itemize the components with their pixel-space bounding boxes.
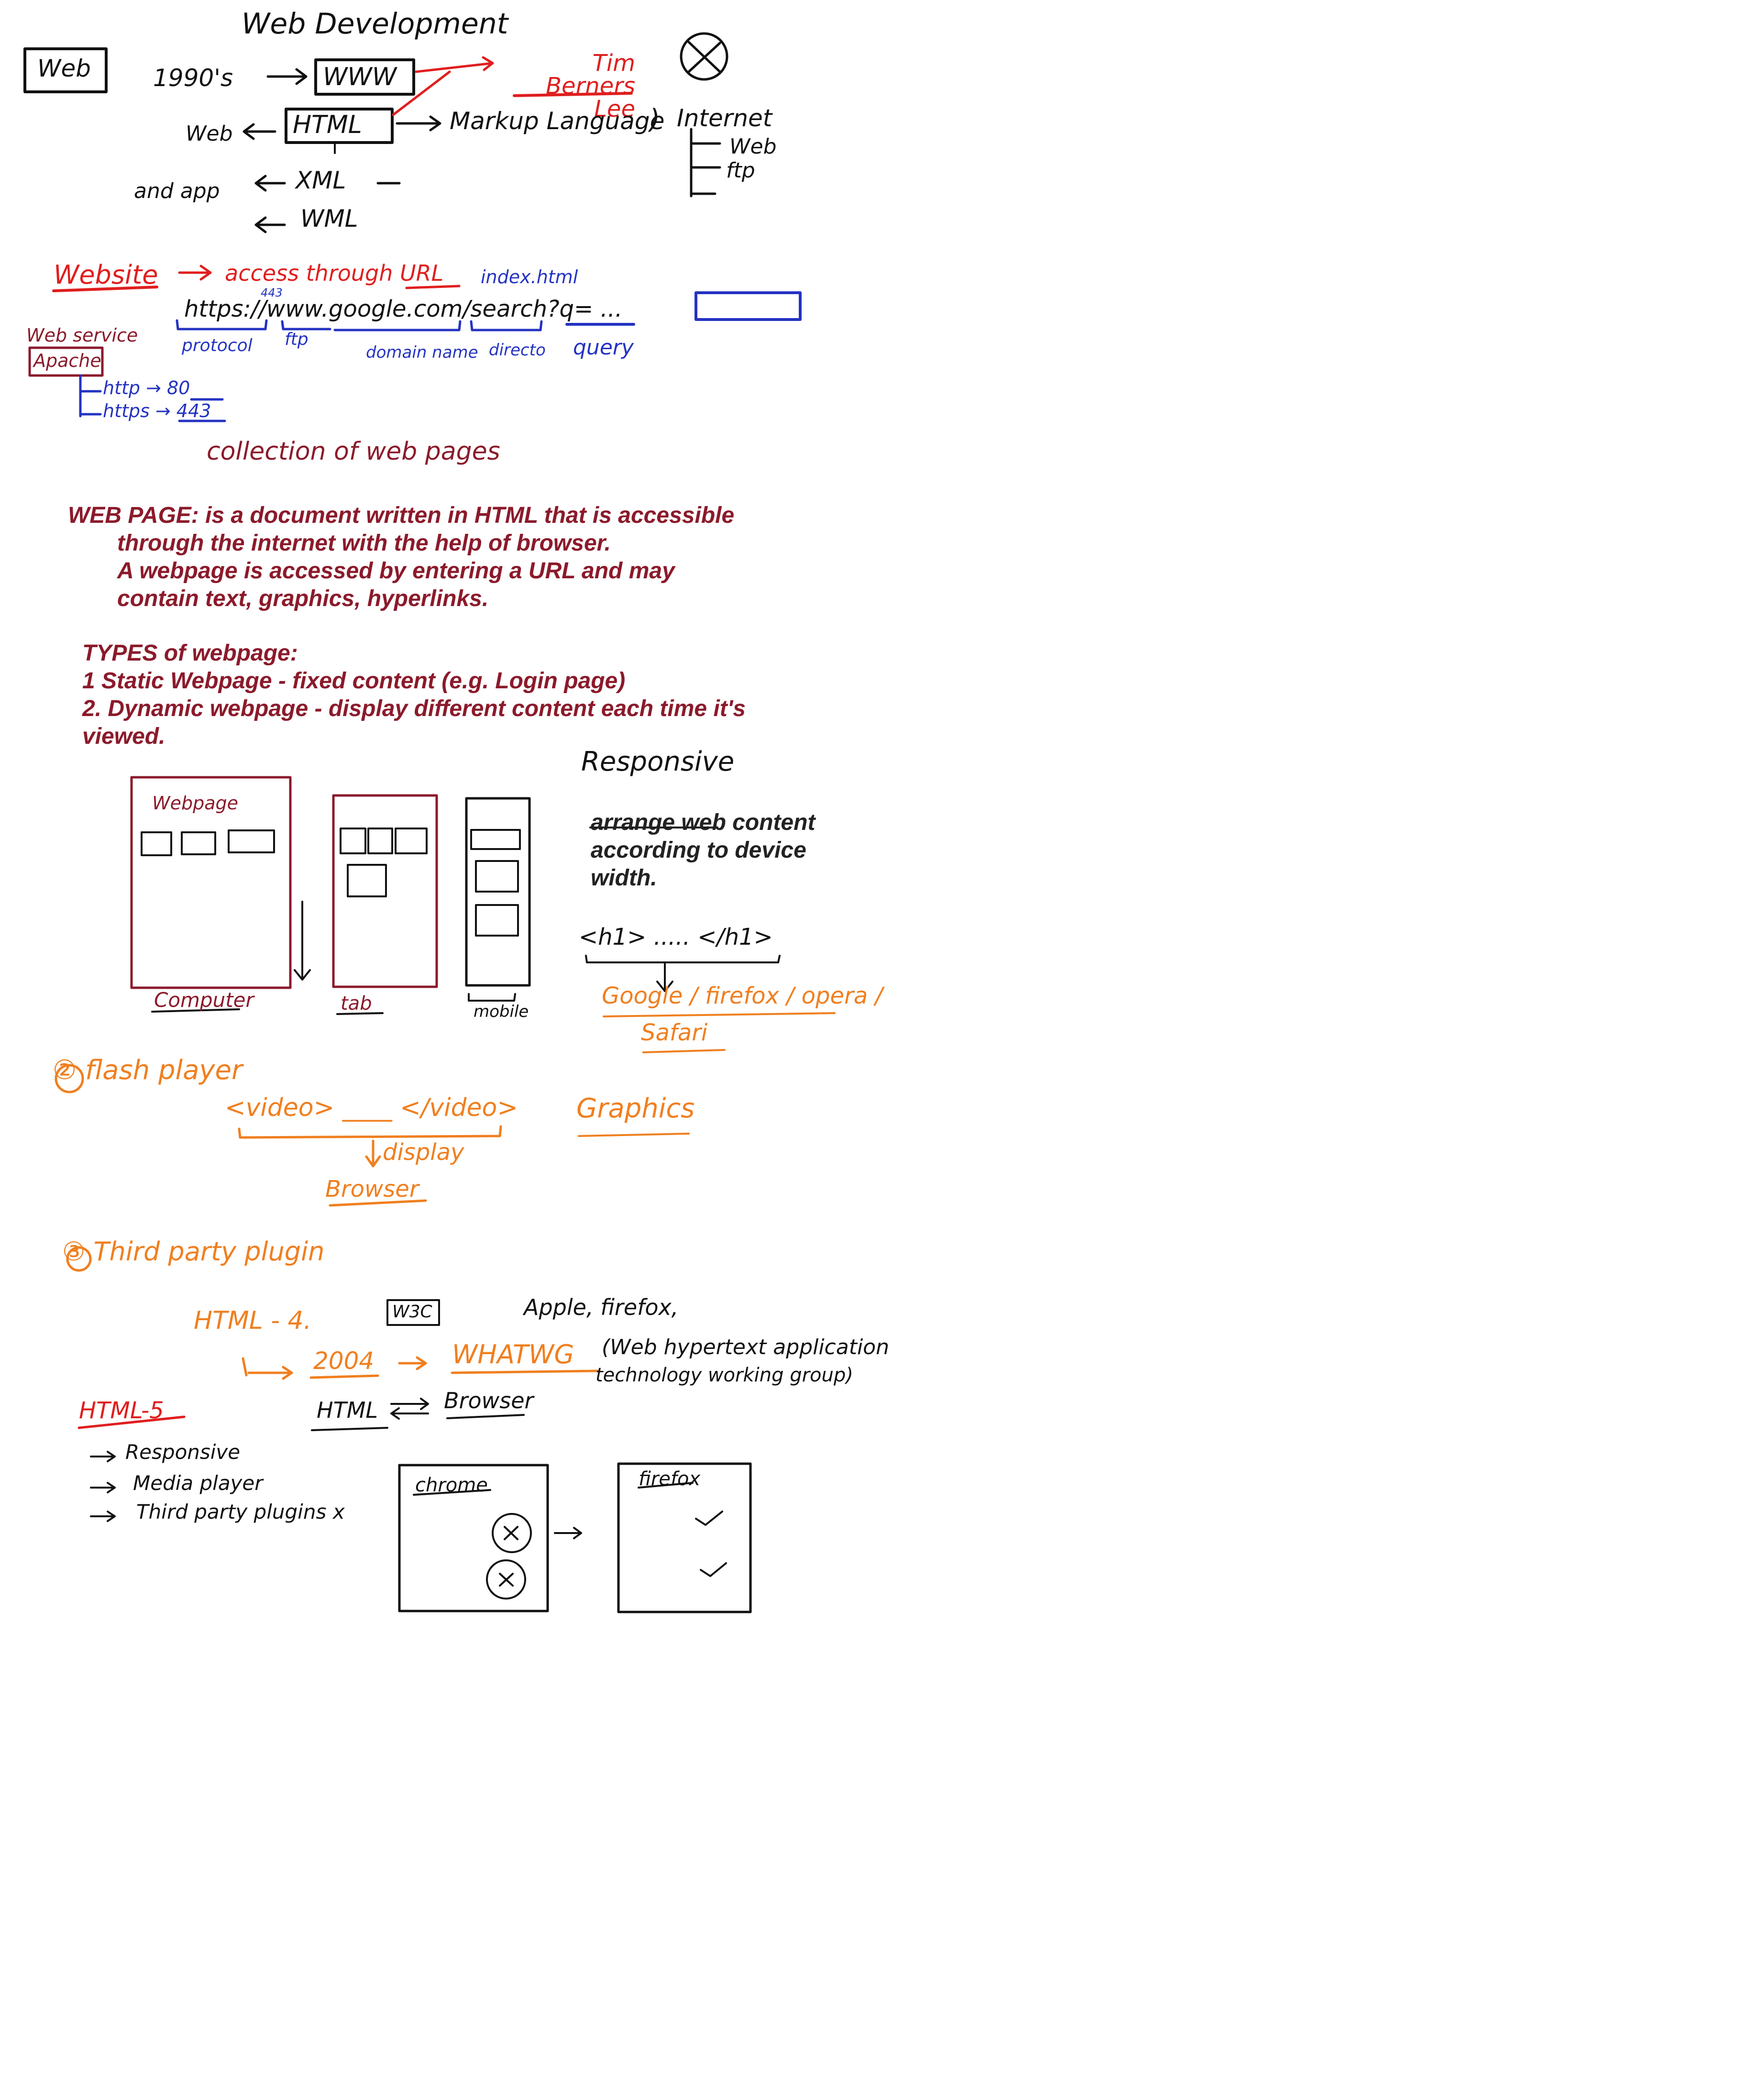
types-item-1: 1 Static Webpage - fixed content (e.g. L…: [82, 668, 626, 694]
display-label: display: [383, 1139, 464, 1166]
markup-label: Markup Language: [450, 107, 665, 135]
internet-label: Internet: [677, 104, 772, 132]
blue-box: [695, 291, 802, 321]
apple-label: Apple, firefox,: [524, 1294, 679, 1320]
responsive-desc-3: width.: [591, 865, 657, 891]
arrow-down: [294, 901, 311, 981]
bracket-domain: [333, 320, 462, 331]
page-title: Web Development: [242, 7, 508, 41]
computer-label: Computer: [154, 988, 254, 1012]
and-app-label: and app: [134, 179, 220, 203]
whatwg-label: WHATWG: [452, 1339, 574, 1369]
directory-label: directo: [489, 341, 546, 360]
html5-item-2: Media player: [133, 1471, 263, 1495]
chrome-label: chrome: [415, 1474, 488, 1496]
domain-label: domain name: [366, 343, 478, 362]
bracket-ftp: [281, 320, 331, 331]
arrow-wml: [254, 216, 286, 233]
query-label: query: [573, 335, 634, 360]
check-mark-1: [695, 1511, 723, 1526]
types-heading: TYPES of webpage:: [82, 640, 298, 666]
mobile-label: mobile: [474, 1002, 529, 1021]
definition-line-2: through the internet with the help of br…: [117, 530, 611, 556]
http-port-label: http → 80: [103, 377, 190, 398]
year-2004-label: 2004: [313, 1347, 375, 1375]
plugin-label: ③ Third party plugin: [62, 1236, 325, 1267]
internet-tree: [690, 128, 721, 198]
arrow-html-markup: [396, 115, 441, 132]
graphics-label: Graphics: [576, 1093, 695, 1124]
notes-page: Web Development Web 1990's WWW Tim Berne…: [0, 0, 1764, 2097]
h1-tag-label: <h1> ..... </h1>: [579, 924, 773, 950]
web-service-label: Web service: [26, 325, 138, 346]
apache-tree: [79, 374, 102, 418]
index-label: index.html: [481, 266, 578, 287]
definition-line-1: WEB PAGE: is a document written in HTML …: [68, 503, 735, 528]
bracket-video: [238, 1125, 502, 1139]
definition-line-3: A webpage is accessed by entering a URL …: [117, 558, 675, 584]
html-label: HTML: [293, 110, 362, 139]
types-item-2b: viewed.: [82, 724, 165, 749]
definition-line-4: contain text, graphics, hyperlinks.: [117, 586, 489, 611]
responsive-title: Responsive: [581, 746, 735, 777]
webpage-label: Webpage: [152, 793, 238, 814]
w3c-label: W3C: [392, 1302, 432, 1322]
web-box-label: Web: [37, 55, 91, 82]
ftp-label: ftp: [285, 330, 309, 349]
arrow-html-web: [243, 123, 276, 140]
arrow-xml-app: [254, 175, 286, 192]
html5-item-3: Third party plugins x: [136, 1500, 345, 1523]
whatwg-full-1: (Web hypertext application: [602, 1335, 889, 1359]
html4-label: HTML - 4.: [194, 1306, 312, 1335]
web-label: Web: [186, 121, 233, 146]
internet-ftp-label: ftp: [726, 158, 755, 183]
markup-paren-icon: ): [650, 104, 660, 135]
apache-label: Apache: [33, 350, 101, 371]
collection-label: collection of web pages: [207, 437, 500, 466]
safari-label: Safari: [641, 1019, 708, 1046]
responsive-desc-2: according to device: [591, 838, 806, 863]
browsers-label: Google / firefox / opera /: [602, 982, 883, 1009]
html-arrow-label: HTML: [317, 1397, 378, 1423]
firefox-label: firefox: [639, 1468, 701, 1490]
bracket-h1: [585, 955, 781, 963]
year-label: 1990's: [153, 64, 233, 92]
html5-label: HTML-5: [79, 1397, 164, 1424]
video-tag-label: <video> ____ </video>: [225, 1093, 518, 1122]
html5-item-1: Responsive: [125, 1440, 241, 1464]
url-label: https://www.google.com/search?q= ...: [184, 296, 623, 322]
whatwg-full-2: technology working group): [595, 1364, 853, 1386]
tab-label: tab: [341, 993, 372, 1015]
arrow-website: [178, 265, 212, 281]
arrow-year-www: [266, 68, 308, 85]
www-label: WWW: [323, 63, 397, 91]
browser-arrow-label: Browser: [444, 1388, 534, 1413]
bracket-directory: [470, 320, 543, 331]
internet-web-label: Web: [729, 134, 777, 159]
xml-label: XML: [296, 166, 346, 194]
protocol-label: protocol: [182, 336, 253, 355]
browser-label: Browser: [325, 1176, 419, 1203]
access-label: access through URL: [225, 260, 444, 286]
responsive-desc-1: arrange web content: [591, 810, 816, 835]
flash-label: ② flash player: [53, 1055, 243, 1086]
https-port-label: https → 443: [103, 400, 211, 421]
types-item-2: 2. Dynamic webpage - display different c…: [82, 696, 746, 721]
wml-label: WML: [300, 205, 358, 232]
check-mark-2: [700, 1562, 727, 1577]
double-arrow: [390, 1398, 429, 1420]
arrow-www-inventor: [415, 56, 494, 73]
website-label: Website: [54, 260, 158, 290]
arrow-chrome-firefox: [554, 1527, 582, 1539]
